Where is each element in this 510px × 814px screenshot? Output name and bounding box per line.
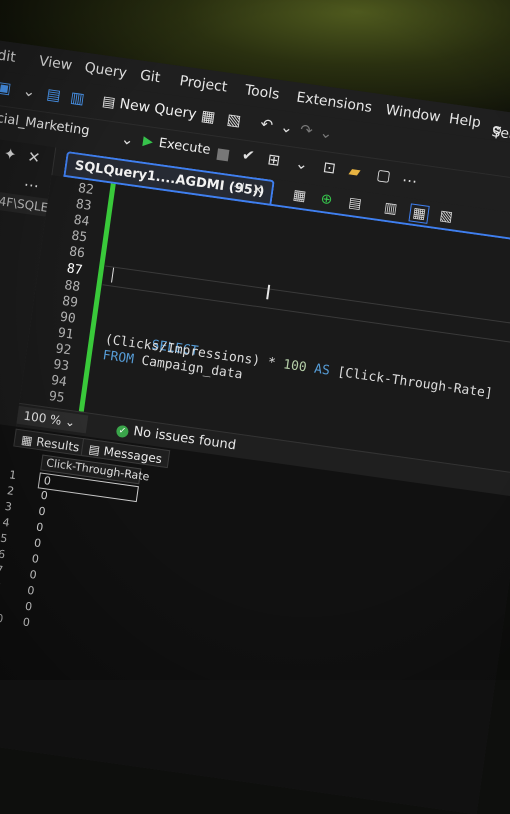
search-box[interactable]: ⚲ Search ⌄ [491, 117, 510, 146]
new-query-button[interactable]: ▤ New Query [101, 94, 198, 123]
ssms-window: dit View Query Git Project Tools Extensi… [0, 35, 510, 814]
comment-icon[interactable]: ▢ [375, 165, 392, 185]
sql-alias: [Click-Through-Rate] [336, 364, 494, 402]
sql-number: 100 [282, 357, 308, 376]
tab-results-label: Results [35, 434, 81, 455]
results-to-grid-icon[interactable]: ▦ [408, 203, 430, 224]
menu-project[interactable]: Project [179, 73, 229, 96]
chevron-down-icon[interactable]: ⌄ [294, 154, 309, 174]
sql-keyword-as: AS [305, 360, 339, 380]
execute-label: Execute [157, 135, 212, 158]
sql-keyword-from: FROM [101, 348, 135, 368]
query-db-icon[interactable]: ▦ [200, 106, 217, 126]
menu-query[interactable]: Query [84, 60, 128, 82]
execute-button[interactable]: ▶ Execute [142, 134, 211, 158]
chevron-down-icon[interactable]: ⌄ [120, 130, 135, 150]
menu-tools[interactable]: Tools [244, 82, 280, 103]
line-number-active: 87 [65, 261, 84, 279]
save-icon[interactable]: ▤ [45, 85, 62, 105]
menu-view[interactable]: View [38, 53, 73, 73]
more-icon[interactable]: … [401, 167, 418, 187]
plan-icon[interactable]: ⊞ [266, 150, 281, 170]
menu-window[interactable]: Window [385, 102, 442, 126]
more-icon[interactable]: … [23, 171, 40, 191]
line-number: 95 [47, 388, 66, 406]
menu-help[interactable]: Help [448, 111, 482, 131]
close-icon[interactable]: ✕ [251, 182, 264, 198]
stop-icon[interactable]: ■ [215, 144, 232, 164]
new-query-label: New Query [118, 95, 198, 123]
redo-icon[interactable]: ↷ [299, 120, 314, 140]
folder-icon[interactable]: ▰ [348, 162, 362, 181]
chevron-down-icon[interactable]: ⌄ [319, 123, 334, 143]
chevron-down-icon: ⌄ [64, 414, 77, 430]
query-analysis-icon[interactable]: ▧ [226, 110, 243, 130]
tab-messages-label: Messages [102, 444, 163, 467]
play-icon: ▶ [141, 133, 154, 150]
line-number: 86 [68, 244, 86, 262]
parse-check-icon[interactable]: ✔ [241, 146, 256, 166]
row-number[interactable]: 10 [0, 611, 18, 631]
pin-icon[interactable]: ⊣ [232, 180, 245, 196]
include-plan-icon[interactable]: ⊕ [320, 191, 334, 208]
pin-icon[interactable]: ✦ [3, 144, 18, 164]
zoom-value: 100 % [22, 408, 63, 428]
chevron-down-icon[interactable]: ⌄ [22, 81, 37, 101]
change-connection-icon[interactable]: ⊡ [322, 158, 337, 178]
menu-edit[interactable]: dit [0, 47, 17, 65]
results-file-icon[interactable]: ▧ [438, 208, 453, 226]
menu-extensions[interactable]: Extensions [295, 90, 373, 116]
client-stats-icon[interactable]: ▤ [347, 195, 362, 213]
close-icon[interactable]: ✕ [26, 148, 41, 168]
new-file-icon[interactable]: ▣ [0, 78, 12, 98]
results-text-icon[interactable]: ▥ [383, 200, 398, 218]
results-grid-icon[interactable]: ▦ [292, 187, 307, 205]
undo-icon[interactable]: ↶ [259, 115, 274, 135]
save-all-icon[interactable]: ▥ [69, 88, 86, 108]
chevron-down-icon[interactable]: ⌄ [279, 118, 294, 138]
menu-git[interactable]: Git [139, 68, 161, 87]
check-circle-icon: ✓ [115, 424, 130, 439]
